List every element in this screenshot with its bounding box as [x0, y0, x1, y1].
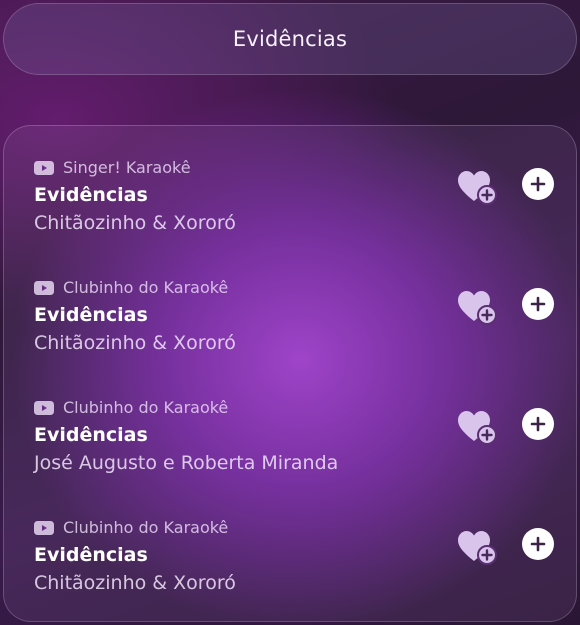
youtube-icon: [34, 520, 54, 535]
result-item[interactable]: Clubinho do Karaokê Evidências Chitãozin…: [4, 276, 576, 372]
search-header[interactable]: Evidências: [3, 3, 577, 75]
artist-name: Chitãozinho & Xororó: [34, 572, 236, 594]
result-item[interactable]: Clubinho do Karaokê Evidências Chitãozin…: [4, 516, 576, 612]
result-item[interactable]: Singer! Karaokê Evidências Chitãozinho &…: [4, 156, 576, 252]
heart-plus-icon: [458, 291, 497, 325]
song-title: Evidências: [34, 304, 148, 326]
favorite-button[interactable]: [456, 288, 500, 328]
add-to-queue-button[interactable]: [522, 528, 554, 560]
youtube-icon: [34, 400, 54, 415]
artist-name: José Augusto e Roberta Miranda: [34, 452, 339, 474]
channel-line: Singer! Karaokê: [34, 156, 191, 178]
add-to-queue-button[interactable]: [522, 288, 554, 320]
channel-name: Clubinho do Karaokê: [63, 517, 229, 537]
channel-name: Singer! Karaokê: [63, 157, 191, 177]
plus-icon: [530, 536, 546, 552]
song-title: Evidências: [34, 184, 148, 206]
channel-name: Clubinho do Karaokê: [63, 397, 229, 417]
heart-plus-icon: [458, 171, 497, 205]
channel-name: Clubinho do Karaokê: [63, 277, 229, 297]
youtube-icon: [34, 160, 54, 175]
channel-line: Clubinho do Karaokê: [34, 396, 228, 418]
plus-icon: [530, 296, 546, 312]
channel-line: Clubinho do Karaokê: [34, 276, 228, 298]
song-title: Evidências: [34, 424, 148, 446]
favorite-button[interactable]: [456, 408, 500, 448]
search-query-text: Evidências: [232, 27, 348, 51]
heart-plus-icon: [458, 531, 497, 565]
youtube-icon: [34, 280, 54, 295]
plus-icon: [530, 416, 546, 432]
results-panel: Singer! Karaokê Evidências Chitãozinho &…: [3, 125, 577, 622]
channel-line: Clubinho do Karaokê: [34, 516, 228, 538]
add-to-queue-button[interactable]: [522, 408, 554, 440]
heart-plus-icon: [458, 411, 497, 445]
artist-name: Chitãozinho & Xororó: [34, 332, 236, 354]
add-to-queue-button[interactable]: [522, 168, 554, 200]
plus-icon: [530, 176, 546, 192]
favorite-button[interactable]: [456, 528, 500, 568]
favorite-button[interactable]: [456, 168, 500, 208]
artist-name: Chitãozinho & Xororó: [34, 212, 236, 234]
song-title: Evidências: [34, 544, 148, 566]
result-item[interactable]: Clubinho do Karaokê Evidências José Augu…: [4, 396, 576, 492]
